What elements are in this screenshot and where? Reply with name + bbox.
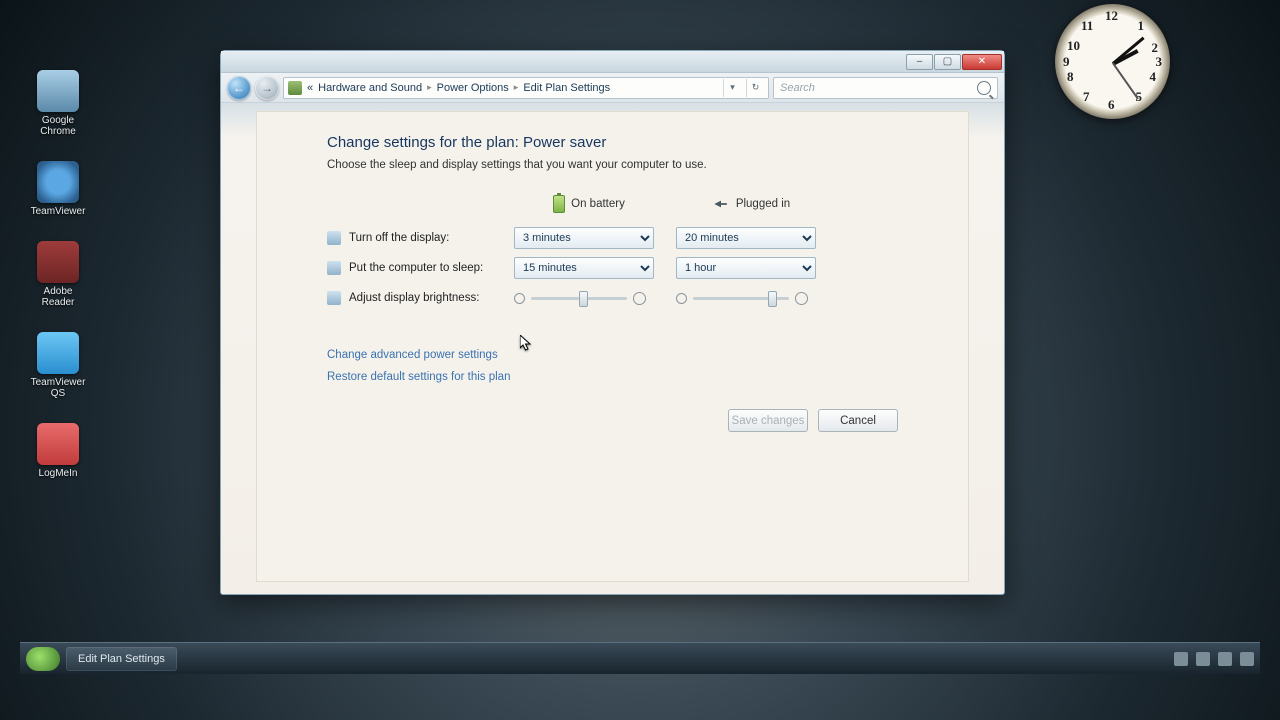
close-button[interactable]: ✕: [962, 54, 1002, 70]
link-restore-defaults[interactable]: Restore default settings for this plan: [327, 371, 898, 383]
breadcrumb-power-options[interactable]: Power Options: [437, 82, 509, 94]
taskbar: Edit Plan Settings: [20, 642, 1260, 674]
row-label-display: Turn off the display:: [327, 223, 502, 253]
breadcrumb-hardware[interactable]: Hardware and Sound: [318, 82, 422, 94]
row-label-brightness: Adjust display brightness:: [327, 283, 502, 313]
plug-icon: [712, 199, 730, 209]
titlebar[interactable]: – ▢ ✕: [221, 51, 1004, 73]
breadcrumb-edit-plan[interactable]: Edit Plan Settings: [523, 82, 610, 94]
column-header-plugged: Plugged in: [676, 192, 826, 220]
desktop-icon-logmein[interactable]: LogMeIn: [28, 423, 88, 479]
display-battery-combo[interactable]: 1 minute2 minutes3 minutes5 minutes10 mi…: [514, 227, 654, 249]
link-advanced-settings[interactable]: Change advanced power settings: [327, 349, 898, 361]
row-label-sleep: Put the computer to sleep:: [327, 253, 502, 283]
forward-button[interactable]: →: [255, 76, 279, 100]
cancel-button[interactable]: Cancel: [818, 409, 898, 432]
monitor-icon: [327, 231, 341, 245]
sun-large-icon: [633, 292, 646, 305]
desktop-icon-teamviewer[interactable]: TeamViewer: [28, 161, 88, 217]
desktop-icon-teamviewer-qs[interactable]: TeamViewer QS: [28, 332, 88, 399]
system-tray[interactable]: [1174, 652, 1254, 666]
address-dropdown[interactable]: ▾: [723, 79, 741, 97]
display-plugged-combo[interactable]: 1 minute2 minutes3 minutes5 minutes10 mi…: [676, 227, 816, 249]
content-pane: Change settings for the plan: Power save…: [256, 111, 969, 582]
search-input[interactable]: Search: [773, 77, 998, 99]
column-header-battery: On battery: [514, 189, 664, 223]
address-bar[interactable]: « Hardware and Sound ▸ Power Options ▸ E…: [283, 77, 769, 99]
search-icon: [977, 81, 991, 95]
nav-toolbar: ← → « Hardware and Sound ▸ Power Options…: [221, 73, 1004, 103]
battery-icon: [553, 195, 565, 213]
sun-large-icon: [795, 292, 808, 305]
sleep-plugged-combo[interactable]: 1 minute2 minutes3 minutes5 minutes10 mi…: [676, 257, 816, 279]
power-icon: [288, 81, 302, 95]
start-button[interactable]: [26, 647, 60, 671]
sleep-battery-combo[interactable]: 1 minute2 minutes3 minutes5 minutes10 mi…: [514, 257, 654, 279]
tray-icon[interactable]: [1174, 652, 1188, 666]
brightness-plugged-slider[interactable]: [676, 292, 826, 305]
maximize-button[interactable]: ▢: [934, 54, 961, 70]
search-placeholder: Search: [780, 82, 815, 94]
chevron-right-icon[interactable]: ▸: [514, 82, 519, 93]
taskbar-task-edit-plan[interactable]: Edit Plan Settings: [66, 647, 177, 671]
desktop-icon-chrome[interactable]: Google Chrome: [28, 70, 88, 137]
sun-small-icon: [514, 293, 525, 304]
page-title: Change settings for the plan: Power save…: [327, 134, 898, 151]
refresh-button[interactable]: ↻: [746, 79, 764, 97]
tray-icon[interactable]: [1240, 652, 1254, 666]
save-button[interactable]: Save changes: [728, 409, 808, 432]
desktop-icon-adobe[interactable]: Adobe Reader: [28, 241, 88, 308]
minimize-button[interactable]: –: [906, 54, 933, 70]
desktop-icons: Google Chrome TeamViewer Adobe Reader Te…: [28, 70, 98, 503]
sun-small-icon: [676, 293, 687, 304]
tray-icon[interactable]: [1218, 652, 1232, 666]
breadcrumb-overflow[interactable]: «: [307, 82, 313, 94]
moon-icon: [327, 261, 341, 275]
brightness-battery-slider[interactable]: [514, 292, 664, 305]
tray-icon[interactable]: [1196, 652, 1210, 666]
page-subtitle: Choose the sleep and display settings th…: [327, 159, 898, 171]
power-options-window: – ▢ ✕ ← → « Hardware and Sound ▸ Power O…: [220, 50, 1005, 595]
chevron-right-icon[interactable]: ▸: [427, 82, 432, 93]
back-button[interactable]: ←: [227, 76, 251, 100]
sun-icon: [327, 291, 341, 305]
clock-gadget[interactable]: 12 1 2 3 4 5 6 7 8 9 10 11: [1055, 4, 1170, 119]
